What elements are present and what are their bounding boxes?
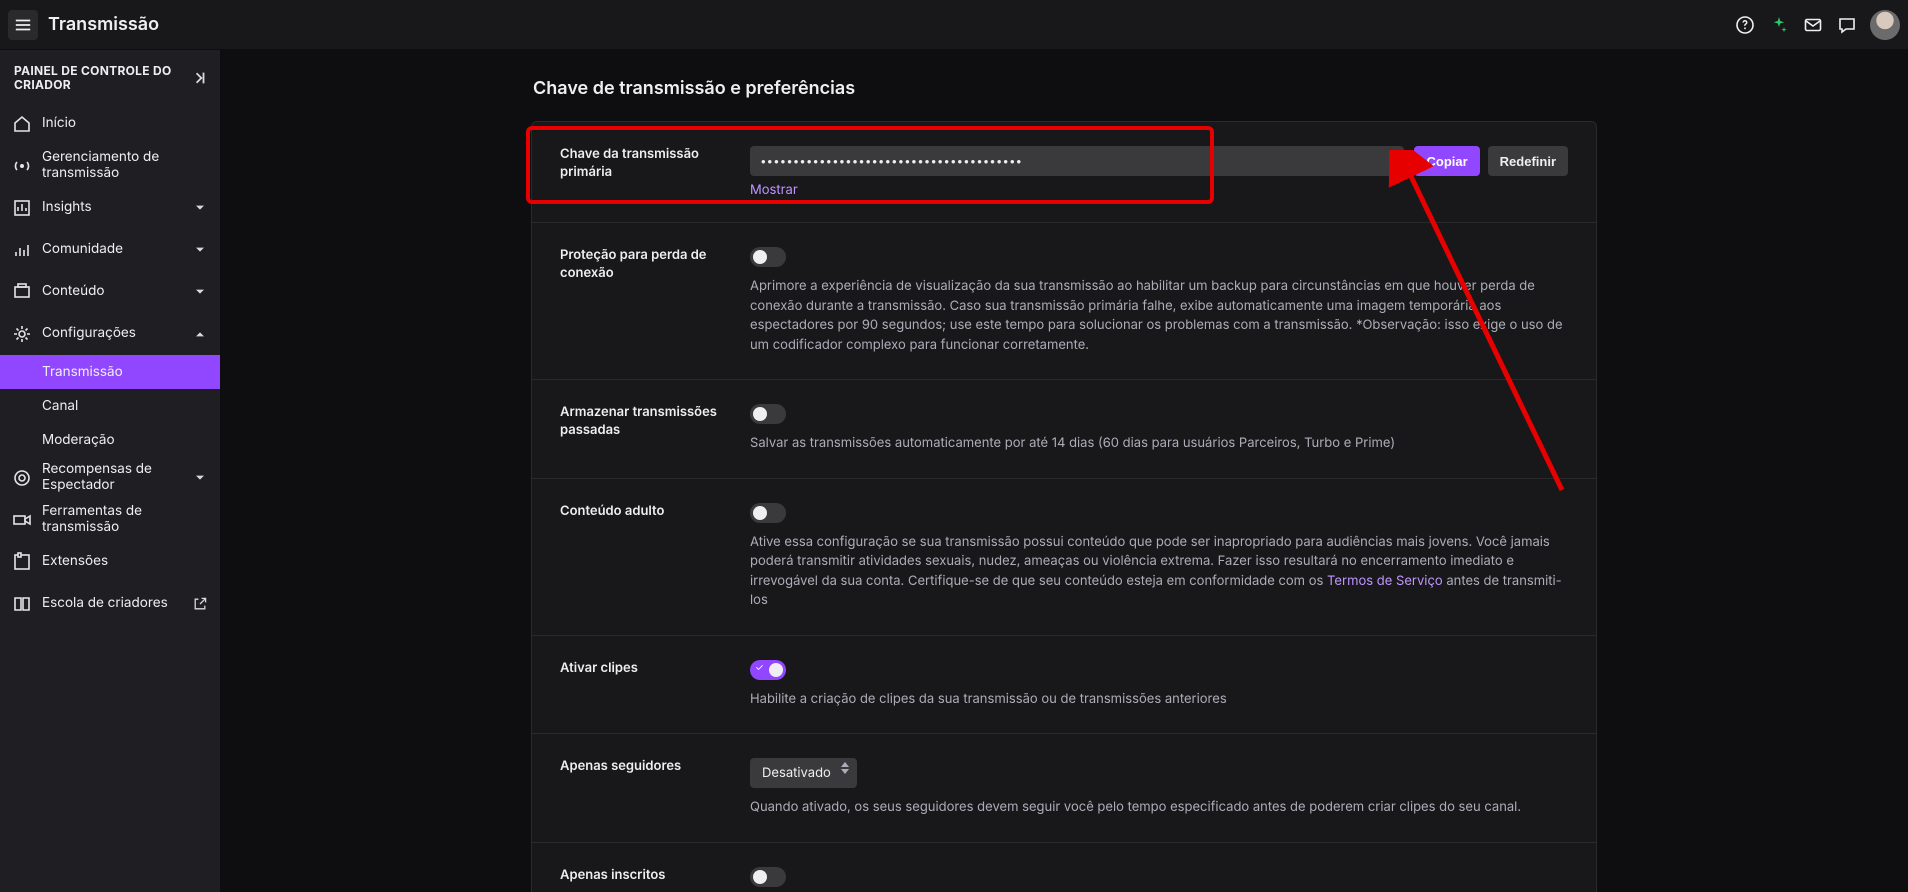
copy-button[interactable]: Copiar (1414, 146, 1479, 176)
section-title: Chave de transmissão e preferências (533, 78, 1597, 99)
page-heading: Transmissão (48, 14, 159, 35)
row-description: Ative essa configuração se sua transmiss… (750, 533, 1568, 611)
chevron-down-icon (192, 284, 208, 300)
user-avatar[interactable] (1870, 10, 1900, 40)
sidebar-item-viewer-rewards[interactable]: Recompensas de Espectador (0, 457, 220, 499)
book-icon (12, 594, 32, 614)
sidebar-item-label: Canal (42, 398, 78, 414)
row-mature-content: Conteúdo adulto Ative essa configuração … (532, 479, 1596, 636)
row-label: Ativar clipes (560, 660, 750, 710)
toggle-enable-clips[interactable] (750, 660, 786, 680)
sidebar-item-label: Escola de criadores (42, 596, 192, 612)
toggle-store-past-broadcasts[interactable] (750, 404, 786, 424)
sidebar-item-label: Recompensas de Espectador (42, 462, 192, 493)
sidebar-sub-moderation[interactable]: Moderação (0, 423, 220, 457)
rewards-icon (12, 468, 32, 488)
mail-icon (1803, 15, 1823, 35)
sidebar-item-extensions[interactable]: Extensões (0, 541, 220, 583)
settings-panel: Chave da transmissão primária Mostrar Co… (531, 121, 1597, 892)
row-description: Aprimore a experiência de visualização d… (750, 277, 1568, 355)
sidebar-item-label: Ferramentas de transmissão (42, 504, 208, 535)
collapse-sidebar-button[interactable] (190, 69, 208, 87)
topbar: Transmissão (0, 0, 1908, 50)
sidebar-sub-stream[interactable]: Transmissão (0, 355, 220, 389)
row-disconnect-protection: Proteção para perda de conexão Aprimore … (532, 223, 1596, 380)
home-icon (12, 114, 32, 134)
row-label: Chave da transmissão primária (560, 146, 750, 198)
sidebar-item-label: Comunidade (42, 242, 192, 258)
sidebar-item-stream-manager[interactable]: Gerenciamento de transmissão (0, 145, 220, 187)
row-label: Proteção para perda de conexão (560, 247, 750, 355)
sidebar: PAINEL DE CONTROLE DO CRIADOR Início Ger… (0, 50, 220, 892)
sidebar-sub-channel[interactable]: Canal (0, 389, 220, 423)
insights-icon (12, 198, 32, 218)
show-key-link[interactable]: Mostrar (750, 182, 798, 198)
community-icon (12, 240, 32, 260)
sidebar-item-home[interactable]: Início (0, 103, 220, 145)
chevron-down-icon (192, 200, 208, 216)
sparkle-icon (1769, 15, 1789, 35)
sidebar-item-label: Configurações (42, 326, 192, 342)
sidebar-item-creator-camp[interactable]: Escola de criadores (0, 583, 220, 625)
sidebar-header: PAINEL DE CONTROLE DO CRIADOR (0, 56, 220, 103)
camera-icon (12, 510, 32, 530)
whispers-button[interactable] (1832, 10, 1862, 40)
sidebar-item-label: Gerenciamento de transmissão (42, 150, 208, 181)
sidebar-item-label: Conteúdo (42, 284, 192, 300)
row-description: Habilite a criação de clipes da sua tran… (750, 690, 1568, 710)
inbox-button[interactable] (1798, 10, 1828, 40)
extensions-icon (12, 552, 32, 572)
row-description: Salvar as transmissões automaticamente p… (750, 434, 1568, 454)
row-label: Armazenar transmissões passadas (560, 404, 750, 454)
sidebar-item-label: Insights (42, 200, 192, 216)
sidebar-item-label: Moderação (42, 432, 115, 448)
row-followers-only: Apenas seguidores Desativado Quando ativ… (532, 734, 1596, 843)
help-icon (1735, 15, 1755, 35)
row-description: Quando ativado, os seus seguidores devem… (750, 798, 1568, 818)
tos-link[interactable]: Termos de Serviço (1327, 573, 1443, 589)
stream-key-input[interactable] (750, 146, 1404, 176)
row-label: Apenas inscritos (560, 867, 750, 892)
chevron-down-icon (192, 242, 208, 258)
content-icon (12, 282, 32, 302)
row-stream-key: Chave da transmissão primária Mostrar Co… (532, 122, 1596, 223)
reset-button[interactable]: Redefinir (1488, 146, 1568, 176)
collapse-icon (190, 69, 208, 87)
broadcast-icon (12, 156, 32, 176)
sidebar-item-label: Extensões (42, 554, 208, 570)
chat-icon (1837, 15, 1857, 35)
sidebar-item-content[interactable]: Conteúdo (0, 271, 220, 313)
select-value: Desativado (762, 765, 831, 781)
row-label: Apenas seguidores (560, 758, 750, 818)
row-enable-clips: Ativar clipes Habilite a criação de clip… (532, 636, 1596, 735)
toggle-mature-content[interactable] (750, 503, 786, 523)
external-link-icon (192, 596, 208, 612)
sidebar-item-community[interactable]: Comunidade (0, 229, 220, 271)
toggle-subs-only[interactable] (750, 867, 786, 887)
followers-only-select[interactable]: Desativado (750, 758, 857, 788)
main-content: Chave de transmissão e preferências Chav… (220, 50, 1908, 892)
toggle-disconnect-protection[interactable] (750, 247, 786, 267)
hamburger-icon (14, 16, 32, 34)
row-label: Conteúdo adulto (560, 503, 750, 611)
sidebar-item-label: Transmissão (42, 364, 123, 380)
chevron-up-icon (192, 326, 208, 342)
sidebar-item-stream-tools[interactable]: Ferramentas de transmissão (0, 499, 220, 541)
menu-button[interactable] (8, 10, 38, 40)
help-button[interactable] (1730, 10, 1760, 40)
row-store-past-broadcasts: Armazenar transmissões passadas Salvar a… (532, 380, 1596, 479)
gear-icon (12, 324, 32, 344)
sidebar-item-insights[interactable]: Insights (0, 187, 220, 229)
sidebar-item-settings[interactable]: Configurações (0, 313, 220, 355)
ai-sparkle-button[interactable] (1764, 10, 1794, 40)
row-subs-only: Apenas inscritos Permite que apenas os i… (532, 843, 1596, 892)
sidebar-title: PAINEL DE CONTROLE DO CRIADOR (14, 64, 190, 93)
sidebar-item-label: Início (42, 116, 208, 132)
chevron-down-icon (192, 470, 208, 486)
